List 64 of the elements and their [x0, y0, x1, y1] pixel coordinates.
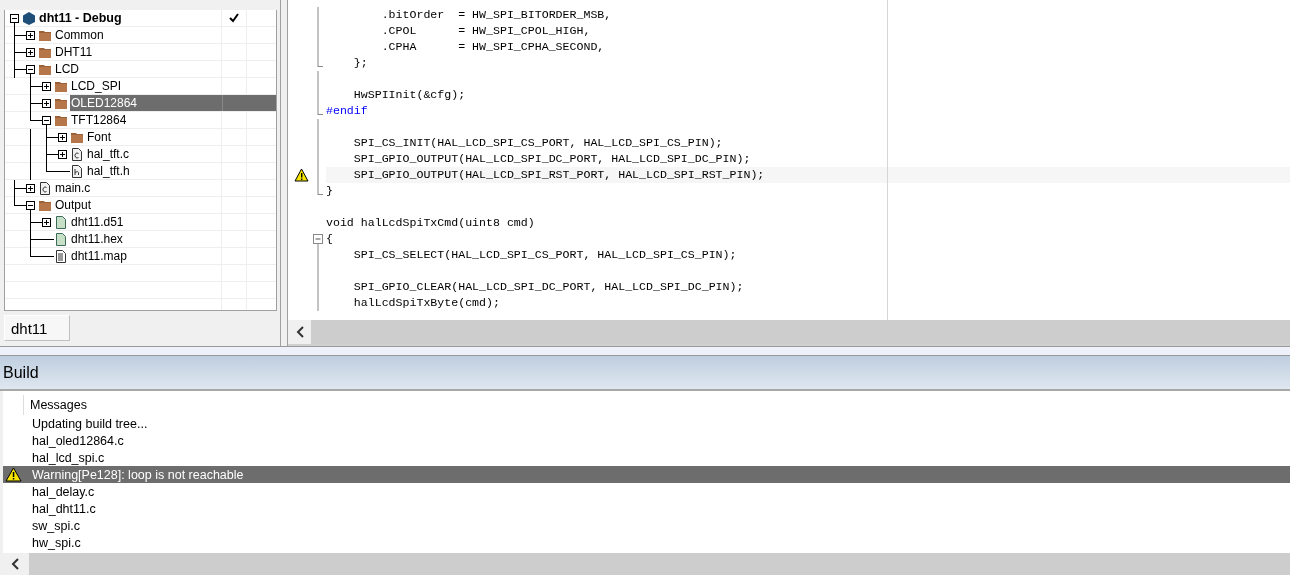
- tree-item[interactable]: LCD: [54, 61, 80, 77]
- tree-item[interactable]: hal_tft.c: [86, 146, 131, 162]
- tree-connector: [14, 43, 26, 61]
- warning-icon: [5, 467, 22, 482]
- expand-icon[interactable]: [58, 149, 67, 159]
- tree-item[interactable]: dht11.hex: [70, 231, 124, 247]
- build-message[interactable]: hal_oled12864.c: [32, 433, 124, 448]
- tree-item[interactable]: Output: [54, 197, 93, 213]
- tree-item[interactable]: LCD_SPI: [70, 78, 123, 94]
- file-icon: [54, 214, 68, 230]
- code-line: .bitOrder = HW_SPI_BITORDER_MSB,: [380, 7, 612, 23]
- tree-connector: [14, 60, 26, 78]
- column-header: Messages: [30, 398, 87, 412]
- tree-item[interactable]: Font: [86, 129, 112, 145]
- panel-title: Build: [3, 363, 39, 382]
- collapse-icon[interactable]: [42, 115, 51, 125]
- document-icon: [54, 248, 68, 264]
- tree-item[interactable]: hal_tft.h: [86, 163, 131, 179]
- tree-item[interactable]: DHT11: [54, 44, 94, 60]
- code-line: SPI_GPIO_OUTPUT(HAL_LCD_SPI_DC_PORT, HAL_LCD_SPI_DC_PIN);: [352, 151, 751, 167]
- build-message[interactable]: hal_lcd_spi.c: [32, 450, 105, 465]
- warning-icon: [293, 168, 309, 182]
- expand-icon[interactable]: [42, 98, 51, 108]
- expand-icon[interactable]: [26, 30, 35, 40]
- build-message[interactable]: Warning[Pe128]: loop is not reachable: [32, 467, 244, 482]
- code-line: HwSPIInit(&cfg);: [352, 87, 466, 103]
- chevron-left-icon: [295, 326, 304, 338]
- build-message[interactable]: sw_spi.c: [32, 518, 80, 533]
- expand-icon[interactable]: [26, 47, 35, 57]
- collapse-icon[interactable]: [26, 200, 35, 210]
- code-line: void halLcdSpiTxCmd(uint8 cmd): [326, 215, 535, 231]
- code-line: }: [326, 183, 333, 199]
- code-line: {: [326, 231, 333, 247]
- build-message[interactable]: hal_dht11.c: [32, 501, 96, 516]
- tree-item[interactable]: Common: [54, 27, 105, 43]
- code-line: SPI_GPIO_OUTPUT(HAL_LCD_SPI_RST_PORT, HAL_LCD_SPI_RST_PIN);: [352, 167, 765, 183]
- checkmark-icon: [229, 13, 240, 23]
- collapse-icon[interactable]: [10, 13, 19, 23]
- tree-item[interactable]: OLED12864: [70, 95, 223, 111]
- collapse-icon[interactable]: [26, 64, 35, 74]
- code-line: SPI_CS_SELECT(HAL_LCD_SPI_CS_PORT, HAL_LCD_SPI_CS_PIN);: [352, 247, 737, 263]
- code-line: #endif: [326, 103, 368, 119]
- expand-icon[interactable]: [42, 217, 51, 227]
- tree-item[interactable]: dht11.d51: [70, 214, 125, 230]
- workspace-tab[interactable]: dht11: [4, 315, 70, 341]
- code-line: halLcdSpiTxByte(cmd);: [352, 295, 500, 311]
- code-line: SPI_CS_INIT(HAL_LCD_SPI_CS_PORT, HAL_LCD_SPI_CS_PIN);: [352, 135, 723, 151]
- build-message[interactable]: hw_spi.c: [32, 535, 81, 550]
- build-message[interactable]: Updating build tree...: [32, 416, 148, 431]
- expand-icon[interactable]: [26, 183, 35, 193]
- code-line: .CPHA = HW_SPI_CPHA_SECOND,: [380, 39, 605, 55]
- code-line: .CPOL = HW_SPI_CPOL_HIGH,: [380, 23, 591, 39]
- chevron-left-icon: [10, 558, 19, 570]
- tree-item[interactable]: dht11 - Debug: [38, 10, 123, 26]
- hexagon-icon: [22, 10, 36, 26]
- expand-icon[interactable]: [58, 132, 67, 142]
- tree-item[interactable]: TFT12864: [70, 112, 128, 128]
- code-line: SPI_GPIO_CLEAR(HAL_LCD_SPI_DC_PORT, HAL_LCD_SPI_DC_PIN);: [352, 279, 744, 295]
- code-line: };: [352, 55, 368, 71]
- expand-icon[interactable]: [42, 81, 51, 91]
- file-icon: [54, 231, 68, 247]
- build-message[interactable]: hal_delay.c: [32, 484, 95, 499]
- tree-item[interactable]: dht11.map: [70, 248, 128, 264]
- tree-item[interactable]: main.c: [54, 180, 92, 196]
